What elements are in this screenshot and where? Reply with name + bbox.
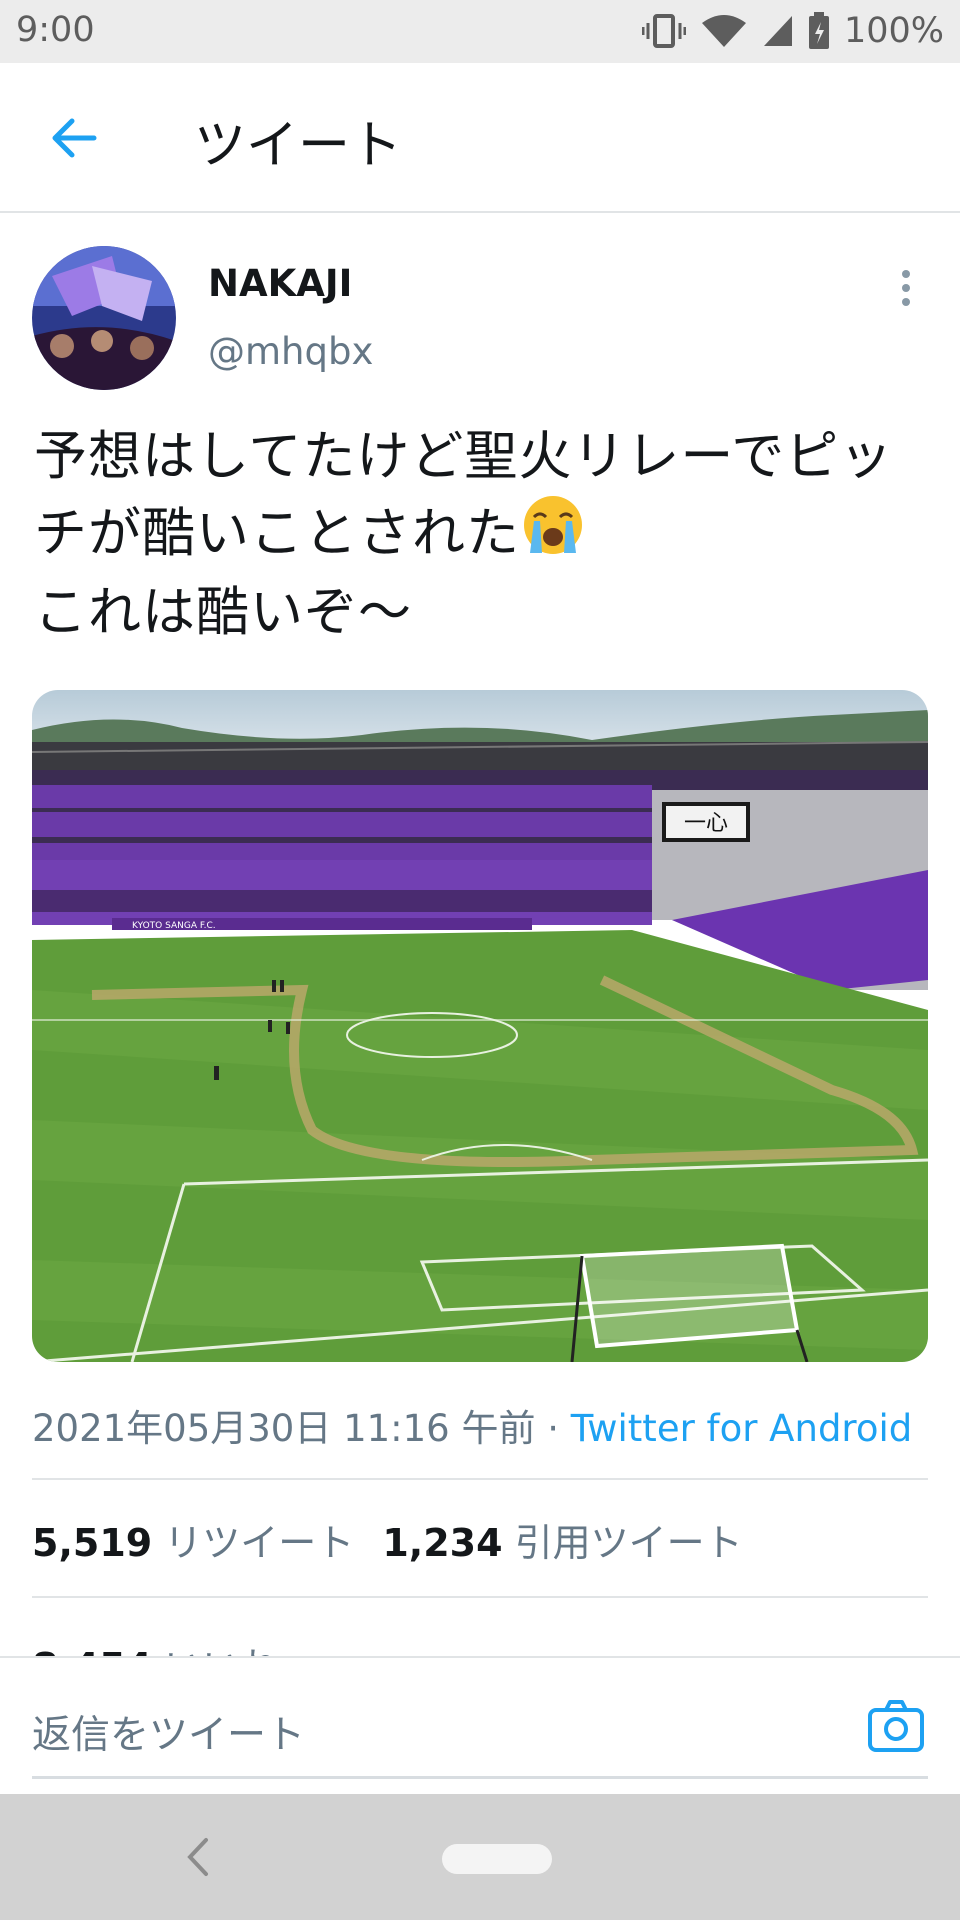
tweet-media-image[interactable]: 一心 KYOTO SANGA F.C. — [32, 690, 928, 1362]
tweet-text-line3: これは酷いぞ〜 — [34, 582, 412, 643]
board-text: KYOTO SANGA F.C. — [132, 921, 216, 931]
battery-icon — [808, 12, 829, 49]
divider — [32, 1478, 928, 1480]
reply-input[interactable]: 返信をツイート — [32, 1704, 305, 1760]
tweet-meta: 2021年05月30日 11:16 午前 · Twitter for Andro… — [32, 1398, 912, 1452]
engagement-stats: 5,519 リツイート 1,234 引用ツイート — [32, 1512, 743, 1567]
more-options-icon[interactable] — [888, 266, 924, 310]
app-header: ツイート — [0, 63, 960, 213]
quotes-count: 1,234 — [382, 1521, 503, 1565]
retweets-label: リツイート — [164, 1521, 355, 1565]
timestamp: 2021年05月30日 11:16 午前 — [32, 1407, 536, 1450]
status-icons: 100% — [641, 8, 944, 54]
wifi-icon — [701, 15, 746, 47]
retweets-count: 5,519 — [32, 1521, 153, 1565]
likes-stat[interactable]: 8,454 いいね — [32, 1628, 278, 1658]
back-arrow-icon[interactable] — [44, 108, 104, 168]
loudly-crying-face-icon — [520, 493, 586, 576]
nav-back-icon[interactable] — [180, 1834, 216, 1880]
tweet-text: 予想はしてたけど聖火リレーでピッチが酷いことされた これは酷いぞ〜 — [34, 420, 934, 649]
user-handle[interactable]: @mhqbx — [208, 330, 373, 373]
retweets-stat[interactable]: 5,519 リツイート — [32, 1521, 354, 1565]
tweet-text-main: 予想はしてたけど聖火リレーでピッチが酷いことされた — [34, 426, 894, 564]
signal-icon — [763, 16, 792, 46]
reply-bar: 返信をツイート — [0, 1656, 960, 1794]
page-title: ツイート — [194, 116, 403, 176]
reply-underline — [32, 1776, 928, 1779]
status-time: 9:00 — [16, 10, 95, 50]
meta-separator: · — [535, 1407, 571, 1450]
quotes-label: 引用ツイート — [514, 1521, 743, 1565]
source-link[interactable]: Twitter for Android — [571, 1407, 912, 1450]
status-bar: 9:00 100% — [0, 0, 960, 63]
quotes-stat[interactable]: 1,234 引用ツイート — [382, 1521, 742, 1565]
battery-percent: 100% — [843, 11, 944, 51]
camera-icon[interactable] — [866, 1698, 926, 1754]
banner-text: 一心 — [684, 811, 728, 836]
nav-home-pill[interactable] — [442, 1844, 552, 1874]
vibrate-icon — [641, 14, 686, 48]
avatar[interactable] — [32, 246, 176, 390]
divider — [32, 1596, 928, 1598]
display-name[interactable]: NAKAJI — [208, 262, 352, 305]
